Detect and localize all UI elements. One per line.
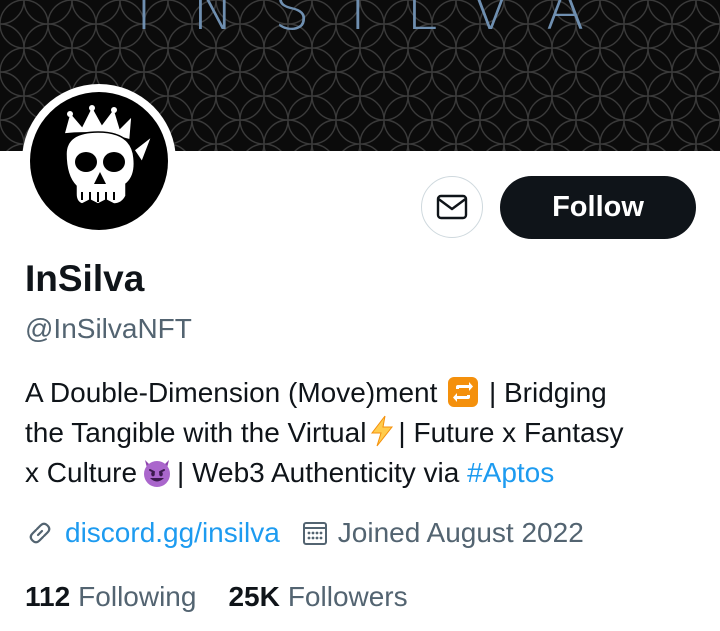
bio-text: x Culture — [25, 457, 138, 488]
link-icon — [29, 522, 51, 544]
joined-date: Joined August 2022 — [337, 517, 584, 548]
following-count: 112 — [25, 581, 71, 612]
skull-crown-icon — [62, 104, 154, 205]
followers-label: Followers — [287, 581, 408, 612]
bio-text: | Bridging — [488, 377, 607, 408]
followers-count: 25K — [228, 581, 280, 612]
envelope-icon — [436, 194, 468, 220]
repeat-emoji — [448, 377, 479, 407]
avatar[interactable] — [30, 92, 168, 230]
website-link[interactable]: discord.gg/insilva — [65, 517, 280, 549]
follow-stats: 112 Following 25K Followers — [25, 577, 408, 617]
message-button[interactable] — [421, 176, 483, 238]
bio-text: | Future x Fantasy — [398, 417, 624, 448]
followers-link[interactable]: 25K Followers — [228, 581, 407, 613]
bio-text: | Web3 Authenticity via — [177, 457, 460, 488]
bio-text: the Tangible with the Virtual — [25, 417, 367, 448]
profile-meta: discord.gg/insilva Joined August 2022 — [25, 513, 584, 553]
bio-text: A Double-Dimension (Move)ment — [25, 377, 438, 408]
bio-line-3: x Culture | Web3 Authenticity via #Aptos — [25, 453, 705, 493]
following-link[interactable]: 112 Following — [25, 581, 196, 613]
calendar-icon — [302, 520, 328, 546]
hashtag-link[interactable]: #Aptos — [467, 457, 554, 488]
lightning-emoji — [368, 415, 396, 447]
profile-bio: A Double-Dimension (Move)ment | Bridging… — [25, 373, 705, 493]
bio-line-2: the Tangible with the Virtual | Future x… — [25, 413, 705, 453]
banner-title: INSILVA — [135, 0, 625, 43]
bio-line-1: A Double-Dimension (Move)ment | Bridging — [25, 373, 705, 413]
follow-button[interactable]: Follow — [500, 176, 696, 239]
user-handle: @InSilvaNFT — [25, 313, 192, 344]
smiling-devil-emoji — [141, 456, 173, 488]
display-name: InSilva — [25, 258, 145, 299]
following-label: Following — [78, 581, 197, 612]
